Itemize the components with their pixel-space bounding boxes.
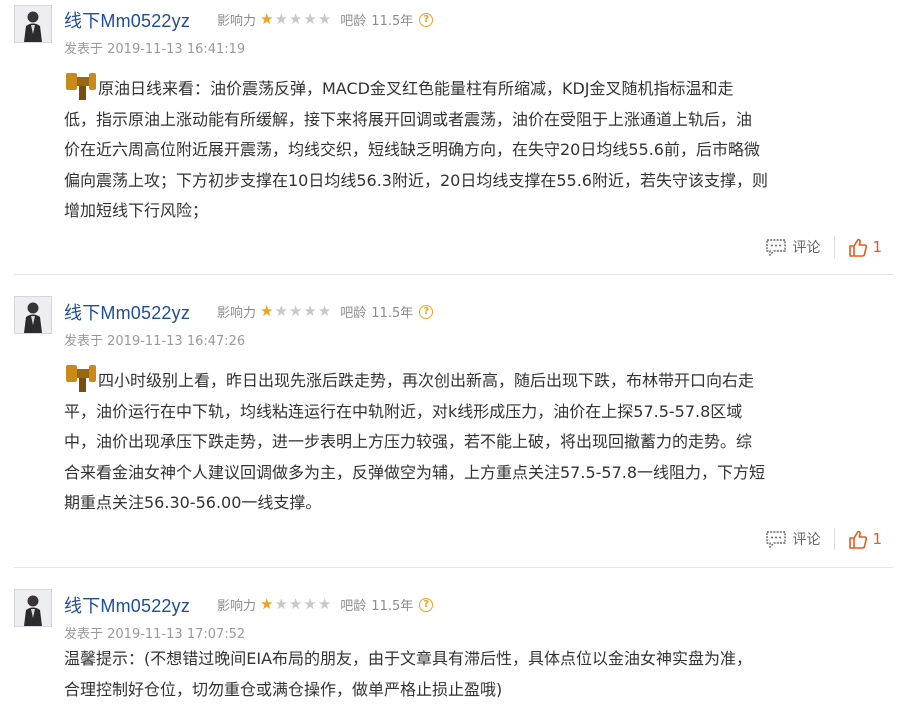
influence-stars: ★ ★ ★ ★ ★: [260, 597, 332, 612]
star-icon: ★: [288, 595, 303, 613]
influence-label: 影响力: [217, 306, 257, 321]
influence-label: 影响力: [217, 599, 257, 614]
like-count: 1: [872, 530, 882, 548]
star-icon: ★: [303, 595, 317, 613]
comment-label: 评论: [792, 240, 821, 256]
avatar[interactable]: [14, 296, 52, 334]
user-meta: 影响力 ★ ★ ★ ★ ★ 吧龄 11.5年 ?: [217, 595, 434, 614]
bar-age-value: 11.5年: [371, 14, 414, 29]
avatar-image: [15, 297, 51, 333]
post-time: 发表于 2019-11-13 16:47:26: [64, 334, 246, 349]
influence-label: 影响力: [217, 14, 257, 29]
avatar[interactable]: [14, 5, 52, 43]
bar-age-label: 吧龄: [340, 306, 367, 321]
post-content: 四小时级别上看，昨日出现先涨后跌走势，再次创出新高，随后出现下跌，布林带开口向右…: [64, 362, 884, 519]
comment-icon: [766, 239, 787, 256]
star-icon: ★: [260, 302, 274, 320]
star-icon: ★: [288, 302, 303, 320]
content-line: 增加短线下行风险；: [64, 201, 209, 220]
star-icon: ★: [260, 595, 274, 613]
bar-age-value: 11.5年: [371, 599, 414, 614]
star-icon: ★: [274, 10, 288, 28]
star-icon: ★: [260, 10, 274, 28]
thumbs-up-icon: [849, 530, 868, 549]
action-divider: [834, 528, 836, 550]
bar-age-label: 吧龄: [340, 599, 367, 614]
star-icon: ★: [274, 595, 288, 613]
avatar-image: [15, 590, 51, 626]
post-time: 发表于 2019-11-13 17:07:52: [64, 627, 246, 642]
post-divider: [14, 274, 893, 275]
like-button[interactable]: 1: [848, 238, 882, 257]
thumbs-up-icon: [849, 238, 868, 257]
post-content: 温馨提示：(不想错过晚间EIA布局的朋友，由于文章具有滞后性，具体点位以金油女神…: [64, 644, 884, 705]
help-icon[interactable]: ?: [419, 597, 434, 612]
like-count: 1: [872, 238, 882, 256]
content-line: 平，油价运行在中下轨，均线粘连运行在中轨附近，对k线形成压力，油价在上探57.5…: [64, 401, 743, 421]
post-actions: 评论 1: [765, 528, 882, 550]
content-line: 原油日线来看：油价震荡反弹，MACD金叉红色能量柱有所缩减，KDJ金叉随机指标温…: [64, 70, 884, 105]
avatar[interactable]: [14, 589, 52, 627]
comment-label: 评论: [792, 532, 821, 548]
action-divider: [834, 236, 836, 258]
star-icon: ★: [274, 302, 288, 320]
content-line: 四小时级别上看，昨日出现先涨后跌走势，再次创出新高，随后出现下跌，布林带开口向右…: [64, 362, 884, 397]
comment-icon: [766, 531, 787, 548]
gavel-icon: [66, 73, 96, 100]
bar-age-value: 11.5年: [371, 306, 414, 321]
post-time: 发表于 2019-11-13 16:41:19: [64, 42, 246, 57]
star-icon: ★: [288, 10, 303, 28]
content-line: 期重点关注56.30-56.00一线支撑。: [64, 493, 322, 512]
user-meta: 影响力 ★ ★ ★ ★ ★ 吧龄 11.5年 ?: [217, 10, 434, 29]
influence-stars: ★ ★ ★ ★ ★: [260, 12, 332, 27]
content-line: 温馨提示：(不想错过晚间EIA布局的朋友，由于文章具有滞后性，具体点位以金油女神…: [64, 649, 753, 668]
help-icon[interactable]: ?: [419, 304, 434, 319]
gavel-icon: [66, 365, 96, 392]
content-line: 中，油价出现承压下跌走势，进一步表明上方压力较强，若不能上破，将出现回撤蓄力的走…: [64, 432, 753, 451]
influence-stars: ★ ★ ★ ★ ★: [260, 304, 332, 319]
bar-age-label: 吧龄: [340, 14, 367, 29]
content-line: 价在近六周高位附近展开震荡，均线交织，短线缺乏明确方向，在失守20日均线55.6…: [64, 140, 760, 159]
post-actions: 评论 1: [765, 236, 882, 258]
star-icon: ★: [317, 595, 332, 613]
star-icon: ★: [303, 10, 317, 28]
content-line: 合来看金油女神个人建议回调做多为主，反弹做空为辅，上方重点关注57.5-57.8…: [64, 462, 766, 482]
post-content: 原油日线来看：油价震荡反弹，MACD金叉红色能量柱有所缩减，KDJ金叉随机指标温…: [64, 70, 884, 227]
content-line: 低，指示原油上涨动能有所缓解，接下来将展开回调或者震荡，油价在受阻于上涨通道上轨…: [64, 109, 753, 129]
like-button[interactable]: 1: [848, 530, 882, 549]
post-divider: [14, 567, 893, 568]
star-icon: ★: [317, 10, 332, 28]
comment-button[interactable]: 评论: [765, 529, 820, 549]
comment-button[interactable]: 评论: [765, 237, 820, 257]
username-link[interactable]: 线下Mm0522yz: [64, 592, 190, 618]
user-meta: 影响力 ★ ★ ★ ★ ★ 吧龄 11.5年 ?: [217, 302, 434, 321]
username-link[interactable]: 线下Mm0522yz: [64, 299, 190, 325]
help-icon[interactable]: ?: [419, 12, 434, 27]
content-line: 偏向震荡上攻；下方初步支撑在10日均线56.3附近，20日均线支撑在55.6附近…: [64, 170, 768, 190]
content-line: 合理控制好仓位，切勿重仓或满仓操作，做单严格止损止盈哦): [64, 679, 503, 699]
star-icon: ★: [317, 302, 332, 320]
avatar-image: [15, 6, 51, 42]
username-link[interactable]: 线下Mm0522yz: [64, 7, 190, 33]
star-icon: ★: [303, 302, 317, 320]
